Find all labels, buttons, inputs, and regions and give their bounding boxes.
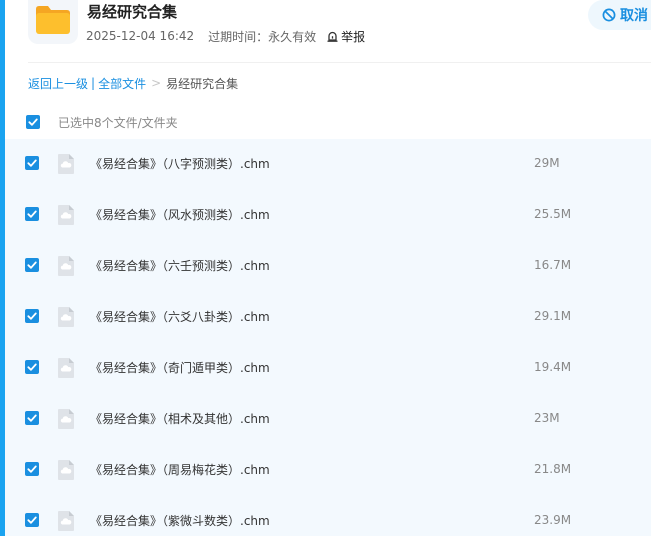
- share-date: 2025-12-04 16:42: [86, 29, 195, 43]
- file-checkbox[interactable]: [25, 462, 39, 476]
- file-size: 25.5M: [534, 207, 572, 221]
- file-name[interactable]: 《易经合集》（六爻八卦类）.chm: [90, 308, 270, 325]
- file-icon: [58, 358, 74, 378]
- breadcrumb-separator: >: [151, 76, 162, 90]
- checkmark-icon: [27, 261, 37, 269]
- back-link[interactable]: 返回上一级: [28, 75, 88, 92]
- file-row[interactable]: 《易经合集》（八字预测类）.chm 29M: [5, 139, 651, 190]
- file-icon: [58, 205, 74, 225]
- file-checkbox[interactable]: [25, 156, 39, 170]
- file-icon: [58, 307, 74, 327]
- file-icon: [58, 154, 74, 174]
- file-icon: [58, 256, 74, 276]
- all-files-link[interactable]: 全部文件: [98, 75, 146, 92]
- header-divider: [28, 62, 651, 63]
- breadcrumb-current: 易经研究合集: [166, 76, 239, 91]
- share-title: 易经研究合集: [87, 3, 178, 21]
- checkmark-icon: [27, 210, 37, 218]
- checkmark-icon: [27, 465, 37, 473]
- file-icon: [58, 460, 74, 480]
- file-size: 23.9M: [534, 513, 572, 527]
- file-icon: [58, 409, 74, 429]
- file-row[interactable]: 《易经合集》（周易梅花类）.chm 21.8M: [5, 445, 651, 496]
- checkmark-icon: [27, 414, 37, 422]
- file-size: 29M: [534, 156, 560, 170]
- file-name[interactable]: 《易经合集》（周易梅花类）.chm: [90, 461, 270, 478]
- file-size: 21.8M: [534, 462, 572, 476]
- breadcrumb-divider: |: [91, 76, 96, 90]
- checkmark-icon: [27, 516, 37, 524]
- file-checkbox[interactable]: [25, 207, 39, 221]
- file-row[interactable]: 《易经合集》（相术及其他）.chm 23M: [5, 394, 651, 445]
- file-checkbox[interactable]: [25, 411, 39, 425]
- expiry-label: 过期时间：: [208, 29, 269, 44]
- file-name[interactable]: 《易经合集》（相术及其他）.chm: [90, 410, 270, 427]
- file-name[interactable]: 《易经合集》（风水预测类）.chm: [90, 206, 270, 223]
- file-name[interactable]: 《易经合集》（六壬预测类）.chm: [90, 257, 270, 274]
- checkmark-icon: [27, 363, 37, 371]
- file-row[interactable]: 《易经合集》（六爻八卦类）.chm 29.1M: [5, 292, 651, 343]
- file-name[interactable]: 《易经合集》（奇门遁甲类）.chm: [90, 359, 270, 376]
- file-size: 16.7M: [534, 258, 572, 272]
- report-button[interactable]: 举报: [326, 28, 365, 45]
- ban-icon: [602, 8, 616, 22]
- report-label: 举报: [341, 29, 366, 44]
- file-row[interactable]: 《易经合集》（六壬预测类）.chm 16.7M: [5, 241, 651, 292]
- select-all-checkbox[interactable]: [26, 115, 40, 129]
- file-checkbox[interactable]: [25, 258, 39, 272]
- checkmark-icon: [27, 312, 37, 320]
- file-row[interactable]: 《易经合集》（紫微斗数类）.chm 23.9M: [5, 496, 651, 547]
- folder-icon: [36, 6, 70, 34]
- cancel-label: 取消: [620, 8, 648, 24]
- file-size: 29.1M: [534, 309, 572, 323]
- file-checkbox[interactable]: [25, 513, 39, 527]
- file-checkbox[interactable]: [25, 309, 39, 323]
- file-checkbox[interactable]: [25, 360, 39, 374]
- report-icon: [327, 31, 338, 42]
- file-icon: [58, 511, 74, 531]
- checkmark-icon: [27, 159, 37, 167]
- file-name[interactable]: 《易经合集》（八字预测类）.chm: [90, 155, 270, 172]
- share-meta: 2025-12-04 16:42 过期时间： 永久有效 举报: [86, 27, 365, 45]
- file-name[interactable]: 《易经合集》（紫微斗数类）.chm: [90, 512, 270, 529]
- file-size: 23M: [534, 411, 560, 425]
- expiry-value: 永久有效: [268, 29, 317, 44]
- cancel-share-button[interactable]: 取消: [588, 0, 651, 30]
- file-row[interactable]: 《易经合集》（风水预测类）.chm 25.5M: [5, 190, 651, 241]
- checkmark-icon: [28, 118, 38, 126]
- breadcrumb: 返回上一级 | 全部文件 > 易经研究合集: [28, 74, 238, 92]
- selection-count: 已选中8个文件/文件夹: [58, 116, 178, 130]
- file-size: 19.4M: [534, 360, 572, 374]
- file-row[interactable]: 《易经合集》（奇门遁甲类）.chm 19.4M: [5, 343, 651, 394]
